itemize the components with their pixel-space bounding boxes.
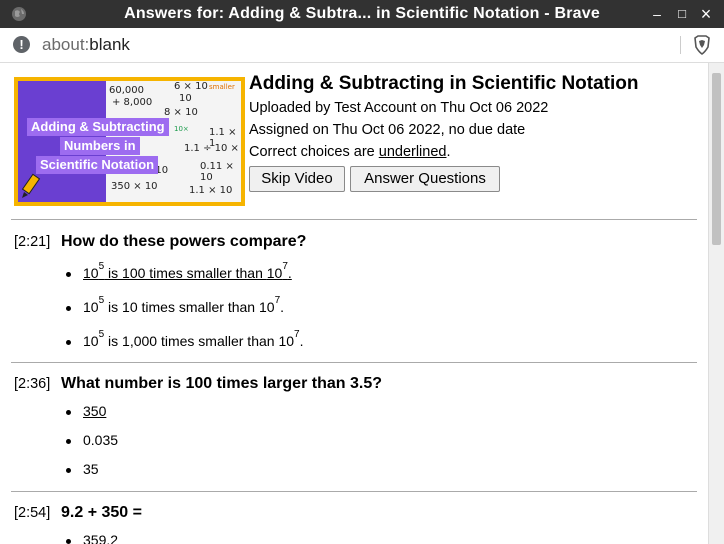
thumb-math-5: 8 × 10	[164, 107, 198, 118]
window-title: Answers for: Adding & Subtra... in Scien…	[124, 5, 600, 22]
address-bar[interactable]: ! about:blank	[0, 28, 724, 63]
window-titlebar: Answers for: Adding & Subtra... in Scien…	[0, 0, 724, 28]
thumbnail-title-line3: Scientific Notation	[36, 156, 159, 174]
url-field[interactable]: about:blank	[42, 35, 130, 55]
bullet	[66, 410, 71, 415]
bullet	[66, 340, 71, 345]
thumb-math-7: 1.1 ÷ 10 ×	[184, 143, 239, 154]
thumbnail-title-line1: Adding & Subtracting	[27, 118, 169, 136]
answer-option: 105 is 10 times smaller than 107.	[83, 295, 285, 315]
vertical-scrollbar[interactable]	[708, 63, 724, 544]
question-text: 9.2 + 350 =	[61, 504, 142, 521]
url-path: blank	[89, 35, 130, 54]
correct-note-suffix: .	[446, 144, 451, 160]
divider	[11, 491, 697, 492]
correct-note-prefix: Correct choices are	[249, 144, 379, 160]
video-thumbnail[interactable]: 60,000 + 8,000 6 × 10 10 8 × 10 1.1 × 1 …	[14, 77, 245, 206]
pencil-icon	[21, 173, 41, 198]
thumbnail-title-line2: Numbers in	[60, 137, 140, 155]
thumb-math-12: smaller	[209, 83, 235, 91]
divider	[11, 219, 697, 220]
thumb-math-3: 6 × 10	[174, 81, 208, 92]
bullet	[66, 306, 71, 311]
thumb-math-10: 350 × 10	[111, 181, 158, 192]
answer-questions-button[interactable]: Answer Questions	[350, 166, 500, 192]
minimize-button[interactable]: –	[650, 7, 664, 21]
uploaded-info: Uploaded by Test Account on Thu Oct 06 2…	[249, 100, 549, 116]
scrollbar-thumb[interactable]	[712, 73, 721, 245]
answer-option-correct: 350	[83, 403, 107, 419]
thumb-math-4: 10	[179, 93, 192, 104]
bullet	[66, 539, 71, 544]
answer-option: 105 is 1,000 times smaller than 107.	[83, 329, 304, 349]
assigned-info: Assigned on Thu Oct 06 2022, no due date	[249, 122, 526, 138]
thumb-math-2: + 8,000	[112, 97, 153, 108]
skip-video-button[interactable]: Skip Video	[249, 166, 345, 192]
address-divider	[680, 36, 681, 54]
question-timestamp: [2:54]	[14, 505, 51, 521]
answer-option: 0.035	[83, 432, 119, 448]
brave-shield-icon[interactable]	[693, 35, 711, 55]
thumb-math-8: 0.11 × 10	[200, 161, 234, 183]
close-button[interactable]: ×	[699, 5, 713, 23]
answer-option-correct: 105 is 100 times smaller than 107.	[83, 261, 292, 281]
thumb-math-13: 10×	[174, 125, 189, 133]
bullet	[66, 272, 71, 277]
maximize-button[interactable]: □	[675, 7, 689, 21]
answer-option-correct: 359.2	[83, 532, 119, 544]
video-title: Adding & Subtracting in Scientific Notat…	[249, 73, 639, 94]
url-scheme: about:	[42, 35, 90, 54]
question-text: How do these powers compare?	[61, 233, 307, 250]
bullet	[66, 468, 71, 473]
question-timestamp: [2:21]	[14, 234, 51, 250]
bullet	[66, 439, 71, 444]
question-text: What number is 100 times larger than 3.5…	[61, 375, 382, 392]
correct-note-underlined: underlined	[378, 144, 447, 160]
answer-option: 35	[83, 461, 99, 477]
site-info-icon[interactable]: !	[13, 36, 30, 53]
correct-choices-note: Correct choices are underlined.	[249, 144, 451, 160]
thumb-math-1: 60,000	[109, 85, 144, 96]
page-content: 60,000 + 8,000 6 × 10 10 8 × 10 1.1 × 1 …	[0, 63, 708, 544]
question-timestamp: [2:36]	[14, 376, 51, 392]
thumb-math-11: 1.1 × 10	[189, 185, 233, 196]
divider	[11, 362, 697, 363]
